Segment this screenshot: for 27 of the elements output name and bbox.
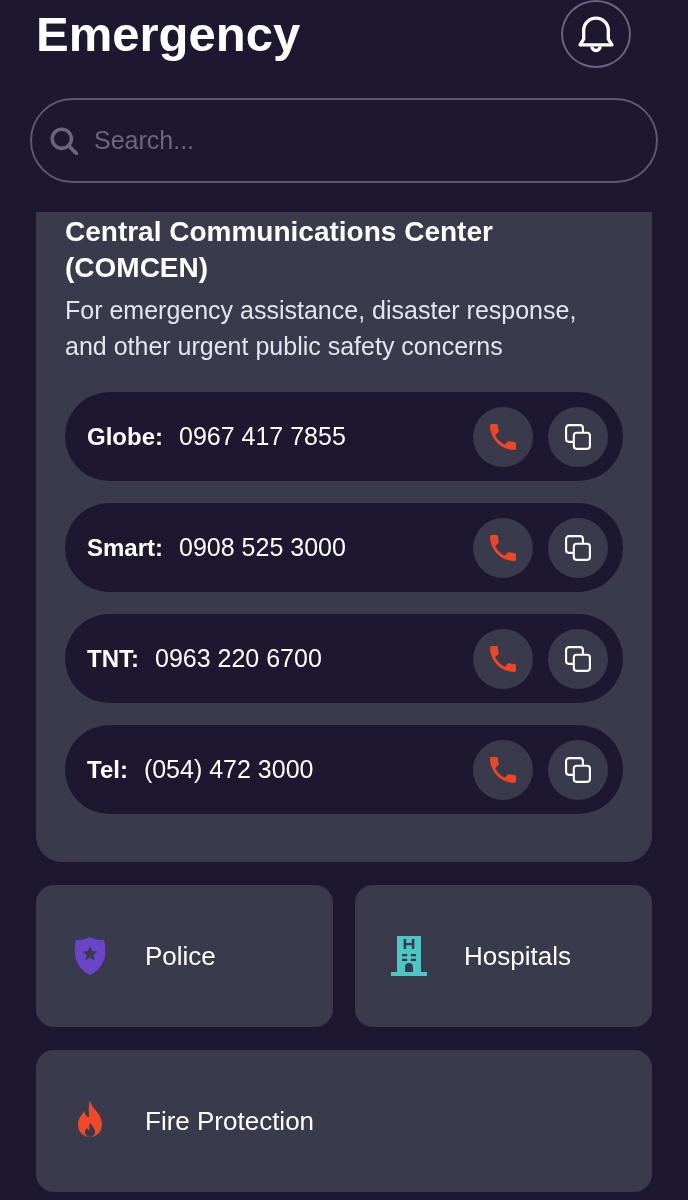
phone-number: 0967 417 7855 — [179, 420, 347, 452]
hospital-building-icon — [389, 936, 429, 976]
search-field[interactable]: Search... — [30, 98, 658, 183]
phone-number: (054) 472 3000 — [143, 753, 315, 785]
phone-icon — [490, 534, 516, 561]
copy-icon — [564, 755, 592, 784]
carrier-label: Tel: — [87, 754, 128, 785]
bell-icon — [577, 14, 615, 54]
category-button[interactable]: Hospitals — [355, 885, 652, 1027]
carrier-label: Smart: — [87, 532, 164, 563]
category-button[interactable]: Fire Protection — [36, 1050, 652, 1192]
copy-icon — [564, 422, 592, 451]
phone-icon — [490, 645, 516, 672]
card-description: For emergency assistance, disaster response, and other urgent public safety concerns — [65, 295, 578, 362]
carrier-label: Globe: — [87, 421, 163, 452]
carrier-label: TNT: — [87, 643, 139, 674]
phone-number: 0908 525 3000 — [179, 531, 347, 563]
phone-icon — [490, 756, 516, 783]
phone-icon — [490, 423, 516, 450]
phone-number: 0963 220 6700 — [155, 642, 323, 674]
copy-icon — [564, 644, 592, 673]
copy-icon — [564, 533, 592, 562]
page-title: Emergency — [36, 9, 301, 59]
search-icon — [50, 126, 78, 155]
card-title: Central Communications Center (COMCEN) — [65, 215, 494, 285]
notifications-button[interactable] — [561, 0, 631, 68]
category-button[interactable]: Police — [36, 885, 333, 1027]
